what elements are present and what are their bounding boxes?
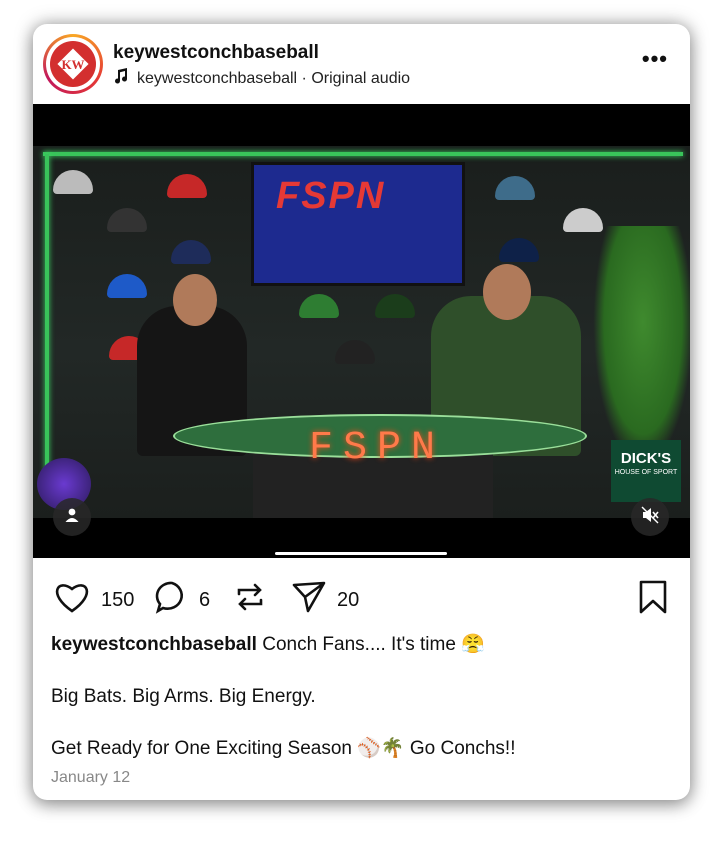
music-note-icon bbox=[113, 68, 129, 89]
repost-button[interactable] bbox=[233, 580, 267, 620]
post-date: January 12 bbox=[51, 769, 131, 786]
comment-button[interactable]: 6 bbox=[155, 580, 210, 620]
post-header: KW keywestconchbaseball keywestconchbase… bbox=[33, 24, 690, 104]
comment-bubble-icon bbox=[155, 580, 189, 620]
post-username[interactable]: keywestconchbaseball bbox=[113, 42, 319, 64]
audio-label: keywestconchbaseball · Original audio bbox=[137, 69, 411, 87]
caption-line-3: Get Ready for One Exciting Season ⚾🌴 Go … bbox=[51, 738, 516, 759]
bookmark-icon bbox=[638, 580, 668, 618]
sponsor-sign: DICK'S HOUSE OF SPORT bbox=[611, 440, 681, 502]
video-frame: FSPN FSPN DICK'S HOUSE OF SPORT bbox=[33, 146, 690, 518]
audio-info[interactable]: keywestconchbaseball · Original audio bbox=[113, 68, 410, 89]
more-options-button[interactable]: ••• bbox=[642, 46, 668, 72]
cap-decoration bbox=[335, 340, 375, 364]
repost-icon bbox=[233, 580, 267, 620]
like-button[interactable]: 150 bbox=[53, 580, 134, 620]
cap-decoration bbox=[299, 294, 339, 318]
cap-decoration bbox=[375, 294, 415, 318]
save-button[interactable] bbox=[638, 580, 668, 619]
comment-count: 6 bbox=[199, 588, 211, 611]
cap-decoration bbox=[499, 238, 539, 262]
avatar[interactable]: KW bbox=[43, 34, 103, 94]
post-caption: keywestconchbaseball Conch Fans.... It's… bbox=[51, 632, 671, 788]
cap-decoration bbox=[167, 174, 207, 198]
cap-decoration bbox=[171, 240, 211, 264]
cap-decoration bbox=[53, 170, 93, 194]
like-count: 150 bbox=[101, 588, 135, 611]
person-icon bbox=[64, 507, 80, 528]
tv-logo-text: FSPN bbox=[276, 175, 386, 217]
cap-decoration bbox=[495, 176, 535, 200]
action-bar: 150 6 20 bbox=[33, 572, 690, 620]
share-count: 20 bbox=[337, 588, 360, 611]
desk-neon-sign: FSPN bbox=[309, 426, 446, 471]
video-progress-bar[interactable] bbox=[275, 552, 447, 555]
kw-baseball-logo-icon: KW bbox=[50, 41, 96, 87]
caption-line-2: Big Bats. Big Arms. Big Energy. bbox=[51, 686, 316, 707]
heart-icon bbox=[53, 580, 91, 620]
led-strip bbox=[43, 152, 683, 156]
muted-speaker-icon bbox=[641, 506, 659, 529]
plant-decoration bbox=[593, 226, 690, 466]
share-button[interactable]: 20 bbox=[291, 580, 359, 620]
paper-plane-icon bbox=[291, 580, 327, 620]
caption-line-1: Conch Fans.... It's time 😤 bbox=[262, 634, 485, 655]
video-player[interactable]: FSPN FSPN DICK'S HOUSE OF SPORT bbox=[33, 104, 690, 558]
mute-button[interactable] bbox=[631, 498, 669, 536]
cap-decoration bbox=[107, 208, 147, 232]
svg-text:KW: KW bbox=[61, 57, 84, 72]
tv-screen: FSPN bbox=[251, 162, 465, 286]
tagged-users-button[interactable] bbox=[53, 498, 91, 536]
caption-username[interactable]: keywestconchbaseball bbox=[51, 634, 257, 655]
post-card: KW keywestconchbaseball keywestconchbase… bbox=[33, 24, 690, 800]
cap-decoration bbox=[107, 274, 147, 298]
